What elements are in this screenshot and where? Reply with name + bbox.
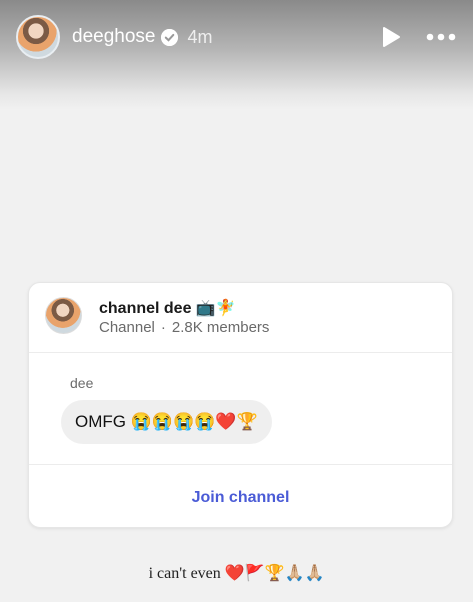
meta-separator: · [160, 319, 166, 336]
channel-name: channel dee 📺🧚 [99, 300, 236, 317]
join-channel-button[interactable]: Join channel [29, 489, 452, 507]
profile-avatar[interactable] [16, 15, 60, 59]
header-row: deeghose 4m [16, 14, 457, 60]
channel-invite-card[interactable]: channel dee 📺🧚 Channel · 2.8K members dee … [28, 282, 453, 528]
more-options-button[interactable] [425, 25, 457, 49]
more-dots-icon [426, 33, 456, 41]
post-time: 4m [187, 26, 213, 47]
channel-info: channel dee 📺🧚 Channel · 2.8K members [29, 283, 452, 353]
story-header: deeghose 4m [0, 0, 473, 110]
story-caption: i can't even ❤️🚩🏆🙏🏼🙏🏼 [148, 565, 325, 582]
play-button[interactable] [379, 25, 403, 49]
message-sender: dee [70, 375, 94, 391]
verified-badge-icon [161, 28, 179, 46]
channel-type: Channel [99, 319, 155, 336]
channel-avatar [45, 297, 82, 334]
play-icon [383, 27, 400, 47]
member-count: 2.8K members [171, 319, 270, 336]
message-bubble: OMFG 😭😭😭😭❤️🏆 [61, 400, 272, 444]
channel-meta: Channel · 2.8K members [99, 319, 269, 336]
username[interactable]: deeghose [72, 26, 155, 48]
